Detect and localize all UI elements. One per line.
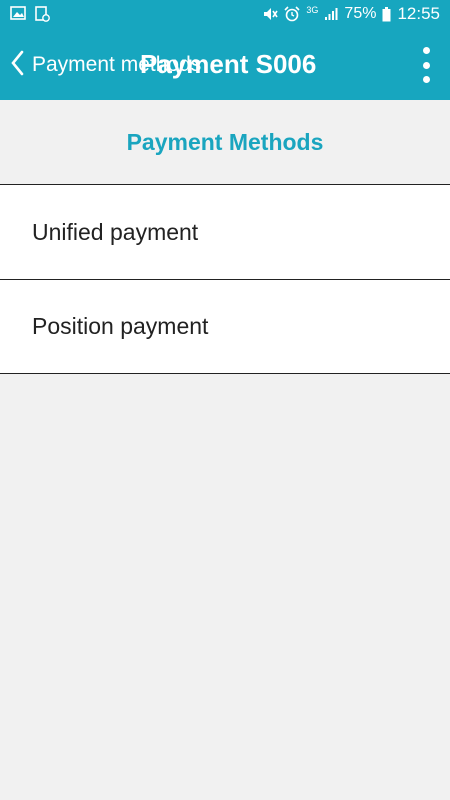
gallery-icon <box>10 6 26 22</box>
section-title: Payment Methods <box>126 128 324 155</box>
more-vertical-icon-dot <box>422 61 430 69</box>
more-options-button[interactable] <box>416 47 436 83</box>
app-bar: Payment methods Payment S006 <box>0 30 450 100</box>
screenshot-icon <box>34 6 50 22</box>
list-item-position-payment[interactable]: Position payment <box>0 279 450 374</box>
status-bar: 3G 75% 12:55 <box>0 0 450 30</box>
status-right: 3G 75% 12:55 <box>262 4 440 24</box>
payment-methods-list: Unified payment Position payment <box>0 184 450 374</box>
network-3g-icon: 3G <box>306 5 319 15</box>
section-header: Payment Methods <box>0 100 450 184</box>
more-vertical-icon-dot <box>422 76 430 83</box>
alarm-icon <box>284 6 300 22</box>
list-item-unified-payment[interactable]: Unified payment <box>0 184 450 279</box>
page-title: Payment S006 <box>140 49 317 79</box>
mute-icon <box>262 6 279 22</box>
clock: 12:55 <box>397 4 440 23</box>
battery-percent: 75% <box>344 5 377 22</box>
list-item-label: Unified payment <box>32 218 199 245</box>
status-left <box>10 6 50 22</box>
signal-icon <box>324 7 338 21</box>
more-vertical-icon <box>422 47 430 54</box>
chevron-left-icon <box>10 50 24 81</box>
battery-icon <box>382 6 391 22</box>
list-item-label: Position payment <box>32 313 209 339</box>
